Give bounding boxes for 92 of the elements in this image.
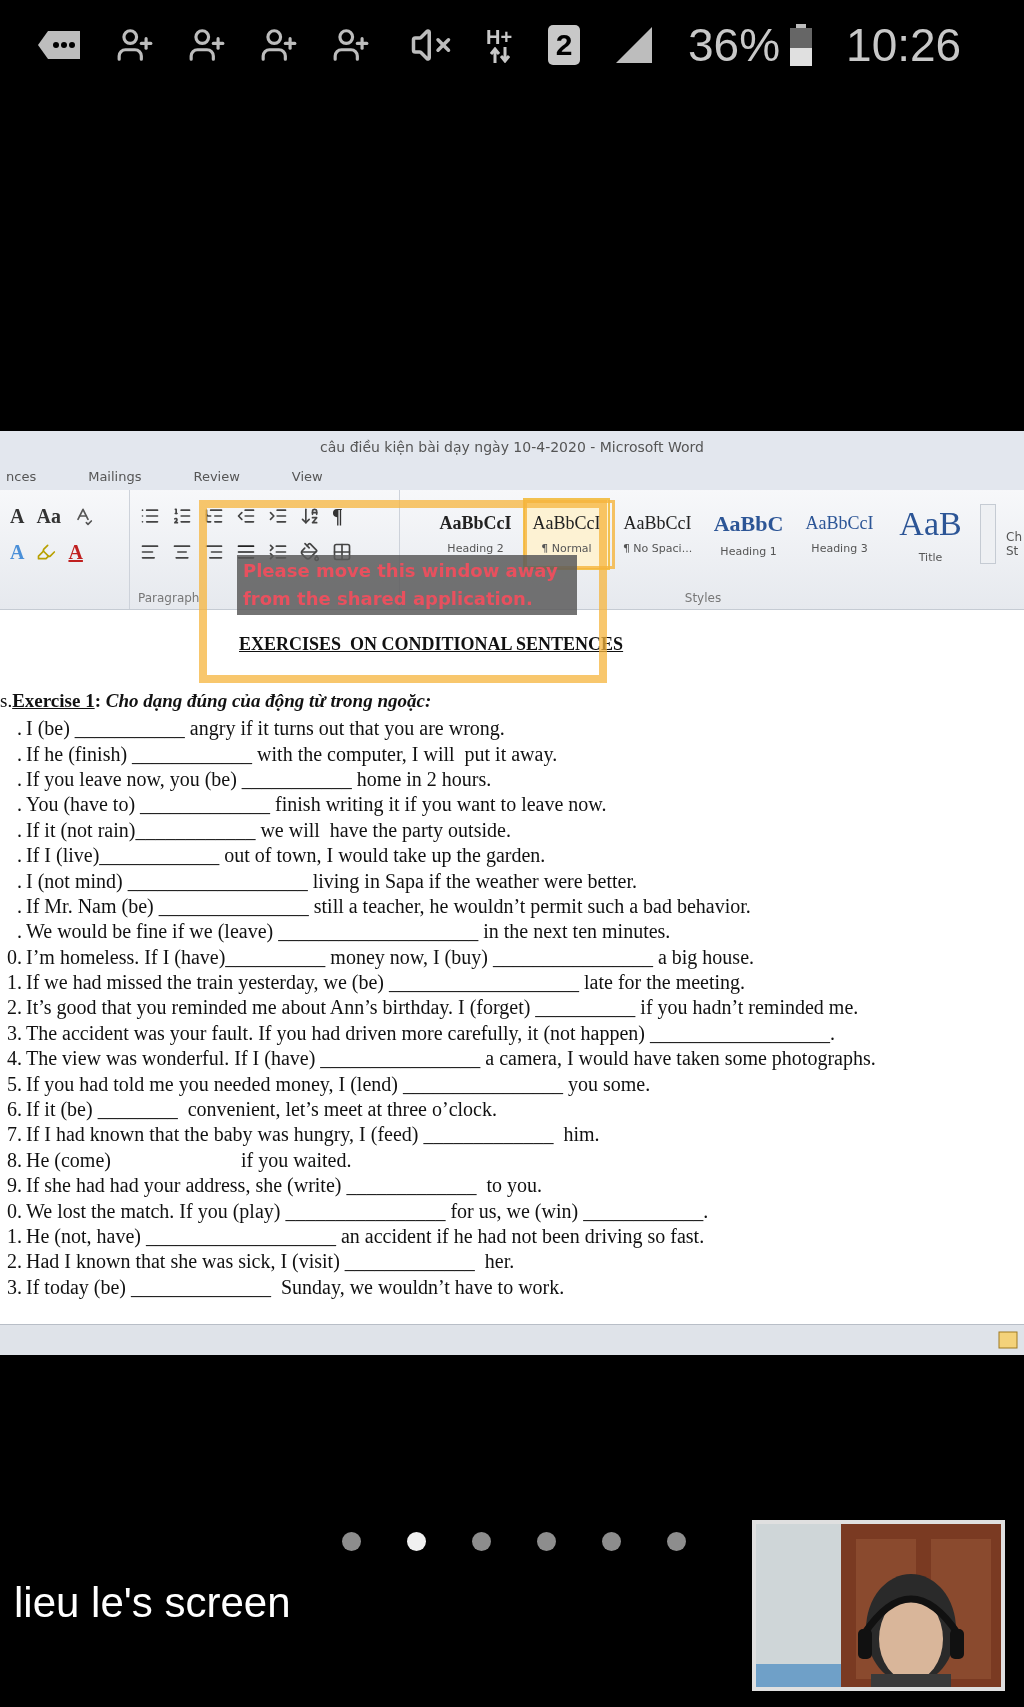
item-number: . bbox=[16, 793, 23, 817]
align-left-icon[interactable] bbox=[140, 542, 160, 562]
exercise-sentence: He (come) if you waited. bbox=[26, 1148, 352, 1172]
screen-owner-label: lieu le's screen bbox=[14, 1579, 291, 1627]
item-number: 0. bbox=[6, 1199, 23, 1223]
exercise-sentence: If you leave now, you (be) ___________ home in 2 hours. bbox=[26, 767, 492, 791]
exercise-sentence: You (have to) _____________ finish writing it if you want to leave now. bbox=[26, 793, 607, 817]
sort-icon[interactable] bbox=[300, 506, 320, 526]
font-color-button[interactable]: A bbox=[68, 540, 83, 564]
numbered-list-icon[interactable] bbox=[172, 506, 192, 526]
item-number: 4. bbox=[6, 1047, 23, 1071]
item-number: 7. bbox=[6, 1123, 23, 1147]
item-number: 0. bbox=[6, 945, 23, 969]
item-number: . bbox=[16, 844, 23, 868]
ribbon-tab[interactable]: View bbox=[285, 468, 329, 484]
decrease-indent-icon[interactable] bbox=[236, 506, 256, 526]
ribbon-tab[interactable]: Review bbox=[187, 468, 246, 484]
signal-icon bbox=[614, 25, 654, 65]
item-number: 2. bbox=[6, 996, 23, 1020]
item-number: . bbox=[16, 742, 23, 766]
exercise-heading: s.Exercise 1: Cho dạng đúng của động từ trong ngoặc: bbox=[0, 690, 433, 712]
exercise-sentence: If Mr. Nam (be) _______________ still a teacher, he wouldn’t permit such a bad behavior. bbox=[26, 894, 751, 918]
exercise-sentence: If today (be) ______________ Sunday, we wouldn’t have to work. bbox=[26, 1275, 565, 1299]
exercise-sentence: If it (not rain)____________ we will have the party outside. bbox=[26, 818, 511, 842]
item-number: . bbox=[16, 869, 23, 893]
battery-percentage: 36% bbox=[688, 18, 781, 72]
page-dot[interactable] bbox=[342, 1532, 361, 1551]
exercise-sentence: The view was wonderful. If I (have) ________________ a camera, I would have taken some photographs. bbox=[26, 1047, 876, 1071]
page-dot[interactable] bbox=[407, 1532, 426, 1551]
item-number: 8. bbox=[6, 1148, 23, 1172]
page-dot[interactable] bbox=[472, 1532, 491, 1551]
exercise-sentence: If we had missed the train yesterday, we (be) ___________________ late for the meeting. bbox=[26, 971, 746, 995]
data-transfer-icon bbox=[490, 47, 510, 63]
change-styles-button[interactable]: Ch St bbox=[1006, 490, 1022, 609]
align-center-icon[interactable] bbox=[172, 542, 192, 562]
item-number: . bbox=[16, 818, 23, 842]
battery-icon bbox=[790, 24, 813, 66]
style-option[interactable]: AaBbCcI Heading 3 bbox=[796, 498, 883, 570]
item-number: . bbox=[16, 894, 23, 918]
exercise-sentence: We would be fine if we (leave) ____________________ in the next ten minutes. bbox=[26, 920, 671, 944]
item-number: 1. bbox=[6, 1225, 23, 1248]
sim-indicator: 2 bbox=[548, 25, 580, 65]
style-option[interactable]: AaB Title bbox=[887, 498, 974, 570]
item-number: 1. bbox=[6, 971, 23, 995]
add-contact-icon bbox=[332, 26, 370, 64]
item-number: 3. bbox=[6, 1021, 23, 1045]
exercise-sentence: I (be) ___________ angry if it turns out that you are wrong. bbox=[26, 717, 505, 741]
window-title: câu điều kiện bài dạy ngày 10-4-2020 - Microsoft Word bbox=[0, 431, 1024, 462]
page-dot[interactable] bbox=[667, 1532, 686, 1551]
add-contact-icon bbox=[188, 26, 226, 64]
exercise-sentence: It’s good that you reminded me about Ann’s birthday. I (forget) __________ if you hadn’t reminded me. bbox=[26, 996, 859, 1020]
show-formatting-button[interactable]: ¶ bbox=[332, 504, 343, 528]
style-option[interactable]: AaBbC Heading 1 bbox=[705, 498, 792, 570]
exercise-sentence: If she had had your address, she (write) _____________ to you. bbox=[26, 1174, 542, 1198]
align-right-icon[interactable] bbox=[204, 542, 224, 562]
page-dot[interactable] bbox=[537, 1532, 556, 1551]
message-icon bbox=[36, 29, 82, 61]
item-number: 5. bbox=[6, 1072, 23, 1096]
item-number: 6. bbox=[6, 1098, 23, 1122]
exercise-sentence: Had I known that she was sick, I (visit) _____________ her. bbox=[26, 1250, 515, 1274]
style-option[interactable]: AaBbCcI ¶ No Spaci... bbox=[614, 498, 701, 570]
exercise-sentence: If it (be) ________ convenient, let’s meet at three o’clock. bbox=[26, 1098, 497, 1122]
item-number: 2. bbox=[6, 1250, 23, 1274]
item-number: 3. bbox=[6, 1275, 23, 1299]
bullet-list-icon[interactable] bbox=[140, 506, 160, 526]
item-number: . bbox=[16, 717, 23, 741]
add-contact-icon bbox=[260, 26, 298, 64]
add-contact-icon bbox=[116, 26, 154, 64]
item-number: 9. bbox=[6, 1174, 23, 1198]
ribbon-tab[interactable]: nces bbox=[0, 468, 43, 484]
item-number: . bbox=[16, 767, 23, 791]
exercise-sentence: We lost the match. If you (play) ________________ for us, we (win) ____________. bbox=[26, 1199, 709, 1223]
network-type: H+ bbox=[486, 27, 514, 47]
multilevel-list-icon[interactable] bbox=[204, 506, 224, 526]
group-label: Styles bbox=[684, 591, 722, 605]
ribbon-tab[interactable]: Mailings bbox=[82, 468, 148, 484]
exercise-sentence: If I had known that the baby was hungry, I (feed) _____________ him. bbox=[26, 1123, 600, 1147]
group-label: Paragraph bbox=[138, 591, 200, 605]
page-dot[interactable] bbox=[602, 1532, 621, 1551]
exercise-sentence: I’m homeless. If I (have)__________ money now, I (buy) ________________ a big house. bbox=[26, 945, 755, 969]
exercise-sentence: The accident was your fault. If you had driven more carefully, it (not happen) __________________. bbox=[26, 1021, 836, 1045]
change-case-button[interactable]: Aa bbox=[36, 504, 61, 528]
exercise-sentence: I (not mind) __________________ living in Sapa if the weather were better. bbox=[26, 869, 637, 893]
exercise-sentence: If he (finish) ____________ with the computer, I will put it away. bbox=[26, 742, 558, 766]
clock: 10:26 bbox=[846, 18, 962, 72]
shrink-font-button[interactable]: A bbox=[10, 504, 25, 528]
share-warning-tooltip: Please move this window away from the shared application. bbox=[237, 555, 577, 615]
item-number: . bbox=[16, 920, 23, 944]
increase-indent-icon[interactable] bbox=[268, 506, 288, 526]
exercise-sentence: He (not, have) ___________________ an accident if he had not been driving so fast. bbox=[26, 1225, 705, 1248]
exercise-sentence: If you had told me you needed money, I (lend) ________________ you some. bbox=[26, 1072, 651, 1096]
exercise-sentence: If I (live)____________ out of town, I would take up the garden. bbox=[26, 844, 546, 868]
